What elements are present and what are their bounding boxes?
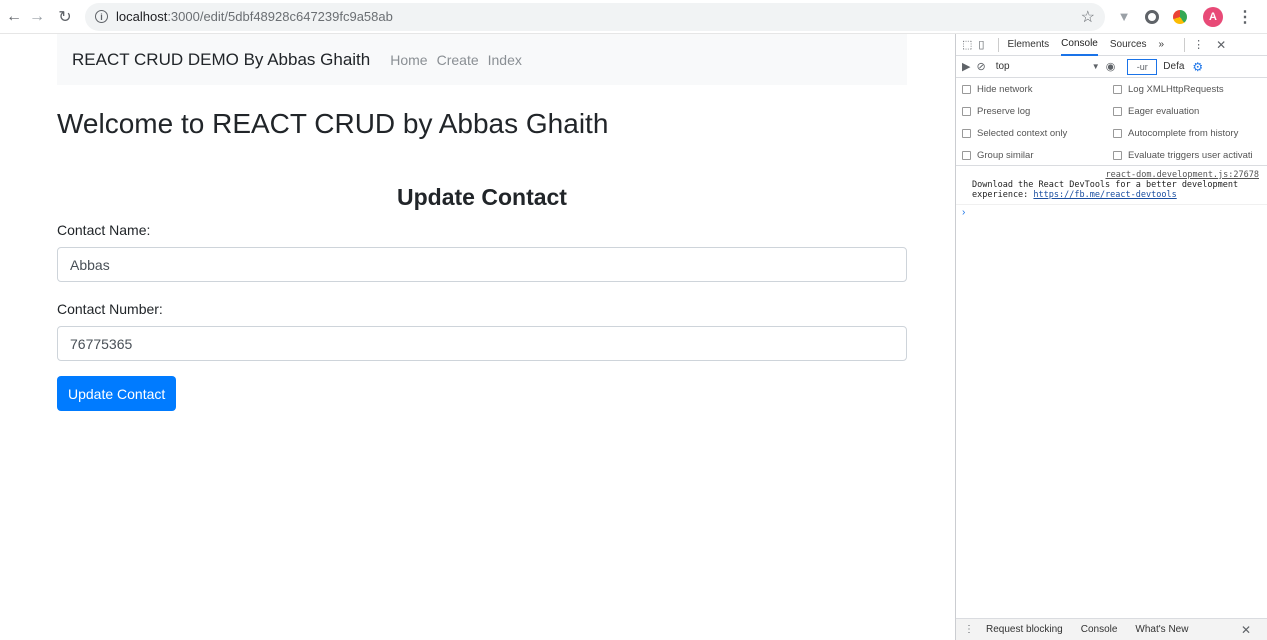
browser-menu-icon[interactable]: ⋮ [1237, 7, 1253, 27]
filter-input[interactable]: -ur [1127, 58, 1158, 75]
tab-sources[interactable]: Sources [1110, 34, 1147, 56]
divider [1184, 37, 1186, 52]
nav-link-index[interactable]: Index [488, 52, 522, 68]
devtools-panel: ⬚ ▯ Elements Console Sources » ⋮ ✕ ▶ ⊘ t… [955, 34, 1267, 640]
console-prompt[interactable]: › [956, 205, 1267, 220]
contact-name-label: Contact Name: [57, 222, 151, 238]
extension-circle-icon[interactable] [1143, 8, 1161, 26]
navbar: REACT CRUD DEMO By Abbas Ghaith Home Cre… [57, 34, 907, 85]
console-message: react-dom.development.js:27678 Download … [956, 166, 1267, 205]
contact-name-input[interactable]: Abbas [57, 247, 907, 282]
drawer-tab-whats-new[interactable]: What's New [1135, 624, 1188, 635]
message-body: Download the React DevTools for a better… [972, 180, 1259, 200]
devtools-tabbar: ⬚ ▯ Elements Console Sources » ⋮ ✕ [956, 34, 1267, 56]
forward-arrow-icon[interactable]: → [27, 7, 47, 27]
devtools-drawer: ⋮ Request blocking Console What's New ✕ [956, 618, 1267, 640]
setting-selected-context[interactable]: Selected context only [962, 128, 1067, 139]
extension-globe-icon[interactable] [1171, 8, 1189, 26]
more-tabs-icon[interactable]: » [1159, 34, 1165, 56]
console-toolbar: ▶ ⊘ top ▼ ◉ -ur Defa ⚙ [956, 56, 1267, 78]
drawer-menu-icon[interactable]: ⋮ [964, 624, 974, 635]
console-settings: Hide network Preserve log Selected conte… [956, 78, 1267, 166]
devtools-link[interactable]: https://fb.me/react-devtools [1033, 190, 1176, 200]
checkbox[interactable] [1113, 151, 1122, 160]
setting-label: Log XMLHttpRequests [1128, 84, 1224, 95]
tab-elements[interactable]: Elements [1007, 34, 1049, 56]
address-bar[interactable]: i localhost:3000/edit/5dbf48928c647239fc… [85, 2, 1105, 31]
context-select[interactable]: top ▼ [996, 59, 1100, 75]
tab-console[interactable]: Console [1061, 34, 1098, 56]
nav-link-home[interactable]: Home [390, 52, 427, 68]
setting-group-similar[interactable]: Group similar [962, 150, 1034, 161]
navbar-brand[interactable]: REACT CRUD DEMO By Abbas Ghaith [72, 50, 370, 70]
setting-label: Preserve log [977, 106, 1031, 117]
checkbox[interactable] [962, 107, 971, 116]
message-source-link[interactable]: react-dom.development.js:27678 [972, 170, 1259, 180]
bookmark-star-icon[interactable]: ☆ [1081, 7, 1095, 27]
device-toolbar-icon[interactable]: ▯ [978, 38, 984, 51]
context-value: top [995, 61, 1010, 72]
close-drawer-icon[interactable]: ✕ [1241, 623, 1251, 637]
nav-link-create[interactable]: Create [437, 52, 479, 68]
contact-number-input[interactable]: 76775365 [57, 326, 907, 361]
setting-eval-triggers[interactable]: Evaluate triggers user activati [1113, 150, 1253, 161]
update-contact-button[interactable]: Update Contact [57, 376, 177, 411]
eye-icon[interactable]: ◉ [1106, 60, 1116, 73]
setting-label: Hide network [977, 84, 1033, 95]
checkbox[interactable] [1113, 129, 1122, 138]
setting-preserve-log[interactable]: Preserve log [962, 106, 1030, 117]
checkbox[interactable] [1113, 107, 1122, 116]
drawer-tab-console[interactable]: Console [1081, 624, 1118, 635]
setting-log-xhr[interactable]: Log XMLHttpRequests [1113, 84, 1224, 95]
url-path: :3000/edit/5dbf48928c647239fc9a58ab [167, 9, 393, 24]
checkbox[interactable] [962, 129, 971, 138]
chevron-down-icon: ▼ [1091, 62, 1100, 71]
setting-hide-network[interactable]: Hide network [962, 84, 1032, 95]
setting-autocomplete[interactable]: Autocomplete from history [1113, 128, 1238, 139]
vue-extension-icon[interactable]: ▼ [1115, 8, 1133, 26]
setting-label: Group similar [977, 150, 1034, 161]
checkbox[interactable] [962, 151, 971, 160]
close-devtools-icon[interactable]: ✕ [1216, 38, 1226, 52]
page-viewport: REACT CRUD DEMO By Abbas Ghaith Home Cre… [0, 34, 955, 640]
reload-icon[interactable]: ↻ [55, 7, 75, 27]
browser-toolbar: ← → ↻ i localhost:3000/edit/5dbf48928c64… [0, 0, 1267, 34]
clear-console-icon[interactable]: ⊘ [976, 60, 985, 73]
inspect-element-icon[interactable]: ⬚ [962, 38, 972, 51]
form-title: Update Contact [397, 184, 567, 210]
info-icon[interactable]: i [95, 10, 108, 23]
divider [998, 37, 1000, 52]
page-title: Welcome to REACT CRUD by Abbas Ghaith [57, 108, 609, 139]
back-arrow-icon[interactable]: ← [4, 7, 24, 27]
setting-label: Autocomplete from history [1128, 128, 1239, 139]
setting-label: Selected context only [977, 128, 1068, 139]
setting-eager-eval[interactable]: Eager evaluation [1113, 106, 1199, 117]
checkbox[interactable] [962, 85, 971, 94]
setting-label: Eager evaluation [1128, 106, 1200, 117]
profile-avatar[interactable]: A [1203, 6, 1223, 27]
setting-label: Evaluate triggers user activati [1128, 150, 1253, 161]
log-levels-select[interactable]: Defa [1163, 61, 1184, 72]
contact-number-label: Contact Number: [57, 301, 163, 317]
gear-icon[interactable]: ⚙ [1192, 60, 1203, 74]
sidebar-toggle-icon[interactable]: ▶ [962, 60, 970, 73]
drawer-tab-request-blocking[interactable]: Request blocking [986, 624, 1063, 635]
checkbox[interactable] [1113, 85, 1122, 94]
devtools-menu-icon[interactable]: ⋮ [1193, 38, 1204, 51]
url-host: localhost [116, 9, 168, 24]
